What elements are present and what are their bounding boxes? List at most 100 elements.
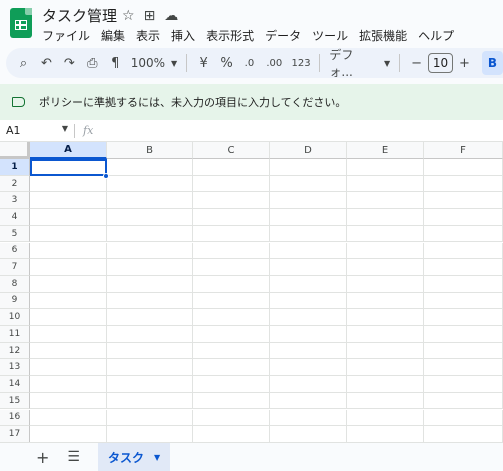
cell-b5[interactable] [107,225,193,243]
row-header-13[interactable]: 13 [0,359,30,377]
row-header-2[interactable]: 2 [0,175,30,193]
font-size-increase-button[interactable]: + [453,51,476,75]
redo-icon[interactable]: ↷ [58,51,81,75]
cell-a11[interactable] [30,326,107,343]
column-header-f[interactable]: F [424,142,503,159]
add-sheet-button[interactable]: + [36,448,49,467]
cell-e16[interactable] [347,409,424,427]
cell-e14[interactable] [347,376,424,393]
cell-a16[interactable] [30,409,107,427]
sheets-logo-icon[interactable] [10,8,32,38]
number-format-button[interactable]: 123 [288,51,315,75]
row-header-3[interactable]: 3 [0,192,30,210]
cell-e5[interactable] [347,225,424,243]
cell-b13[interactable] [107,359,193,377]
cell-c17[interactable] [193,426,270,442]
row-header-4[interactable]: 4 [0,209,30,226]
cell-a7[interactable] [30,259,107,276]
cell-a14[interactable] [30,376,107,393]
cell-b9[interactable] [107,292,193,310]
row-header-15[interactable]: 15 [0,392,30,410]
cell-f16[interactable] [424,409,503,427]
cell-b4[interactable] [107,209,193,226]
cell-f12[interactable] [424,342,503,360]
cell-c6[interactable] [193,242,270,260]
cell-b11[interactable] [107,326,193,343]
cell-c7[interactable] [193,259,270,276]
currency-format-button[interactable]: ¥ [192,51,215,75]
cell-c11[interactable] [193,326,270,343]
menu-help[interactable]: ヘルプ [418,27,454,44]
row-header-14[interactable]: 14 [0,376,30,393]
row-header-1[interactable]: 1 [0,159,30,176]
row-header-9[interactable]: 9 [0,292,30,310]
cell-e8[interactable] [347,275,424,293]
cell-c2[interactable] [193,175,270,193]
cell-a5[interactable] [30,225,107,243]
name-box[interactable]: A1 ▼ [0,124,74,137]
cell-c13[interactable] [193,359,270,377]
cell-c5[interactable] [193,225,270,243]
cell-b7[interactable] [107,259,193,276]
cell-d6[interactable] [270,242,347,260]
cell-d5[interactable] [270,225,347,243]
select-all-corner[interactable] [0,142,30,159]
cell-f3[interactable] [424,192,503,210]
cell-d3[interactable] [270,192,347,210]
cell-f17[interactable] [424,426,503,442]
font-select[interactable]: デフォ... ▼ [325,48,394,79]
row-header-17[interactable]: 17 [0,426,30,442]
cell-a10[interactable] [30,309,107,326]
cell-b6[interactable] [107,242,193,260]
cell-f15[interactable] [424,392,503,410]
increase-decimal-button[interactable]: .00 [261,51,288,75]
row-header-12[interactable]: 12 [0,342,30,360]
cell-a8[interactable] [30,275,107,293]
cell-a15[interactable] [30,392,107,410]
cell-d12[interactable] [270,342,347,360]
cell-f13[interactable] [424,359,503,377]
cell-a6[interactable] [30,242,107,260]
cell-d14[interactable] [270,376,347,393]
cell-d16[interactable] [270,409,347,427]
cell-d13[interactable] [270,359,347,377]
cell-f2[interactable] [424,175,503,193]
cell-e10[interactable] [347,309,424,326]
undo-icon[interactable]: ↶ [35,51,58,75]
document-title[interactable]: タスク管理 [42,5,117,26]
cell-f11[interactable] [424,326,503,343]
chevron-down-icon[interactable]: ▼ [154,453,160,462]
cell-d7[interactable] [270,259,347,276]
cell-b2[interactable] [107,175,193,193]
column-header-a[interactable]: A [30,142,107,159]
cell-e13[interactable] [347,359,424,377]
cell-c1[interactable] [193,159,270,176]
cell-f9[interactable] [424,292,503,310]
cell-a17[interactable] [30,426,107,442]
cell-e3[interactable] [347,192,424,210]
cell-f14[interactable] [424,376,503,393]
cell-c14[interactable] [193,376,270,393]
cell-b17[interactable] [107,426,193,442]
cell-d4[interactable] [270,209,347,226]
spreadsheet-grid[interactable]: A B C D E F 1 2 3 4 5 6 7 8 9 10 11 12 13 14 15 16 17 [0,142,503,442]
cell-a13[interactable] [30,359,107,377]
active-cell-selection[interactable] [30,159,107,176]
cell-a12[interactable] [30,342,107,360]
cell-a3[interactable] [30,192,107,210]
cell-e11[interactable] [347,326,424,343]
column-header-b[interactable]: B [107,142,193,159]
star-icon[interactable]: ☆ [122,8,135,24]
cell-e6[interactable] [347,242,424,260]
row-header-16[interactable]: 16 [0,409,30,427]
percent-format-button[interactable]: % [215,51,238,75]
fill-handle[interactable] [103,173,109,179]
bold-button[interactable]: B [481,51,503,75]
row-header-10[interactable]: 10 [0,309,30,326]
font-size-decrease-button[interactable]: − [405,51,428,75]
cell-e9[interactable] [347,292,424,310]
search-icon[interactable]: ⌕ [12,51,35,75]
menu-format[interactable]: 表示形式 [206,27,254,44]
cell-d11[interactable] [270,326,347,343]
cell-b10[interactable] [107,309,193,326]
